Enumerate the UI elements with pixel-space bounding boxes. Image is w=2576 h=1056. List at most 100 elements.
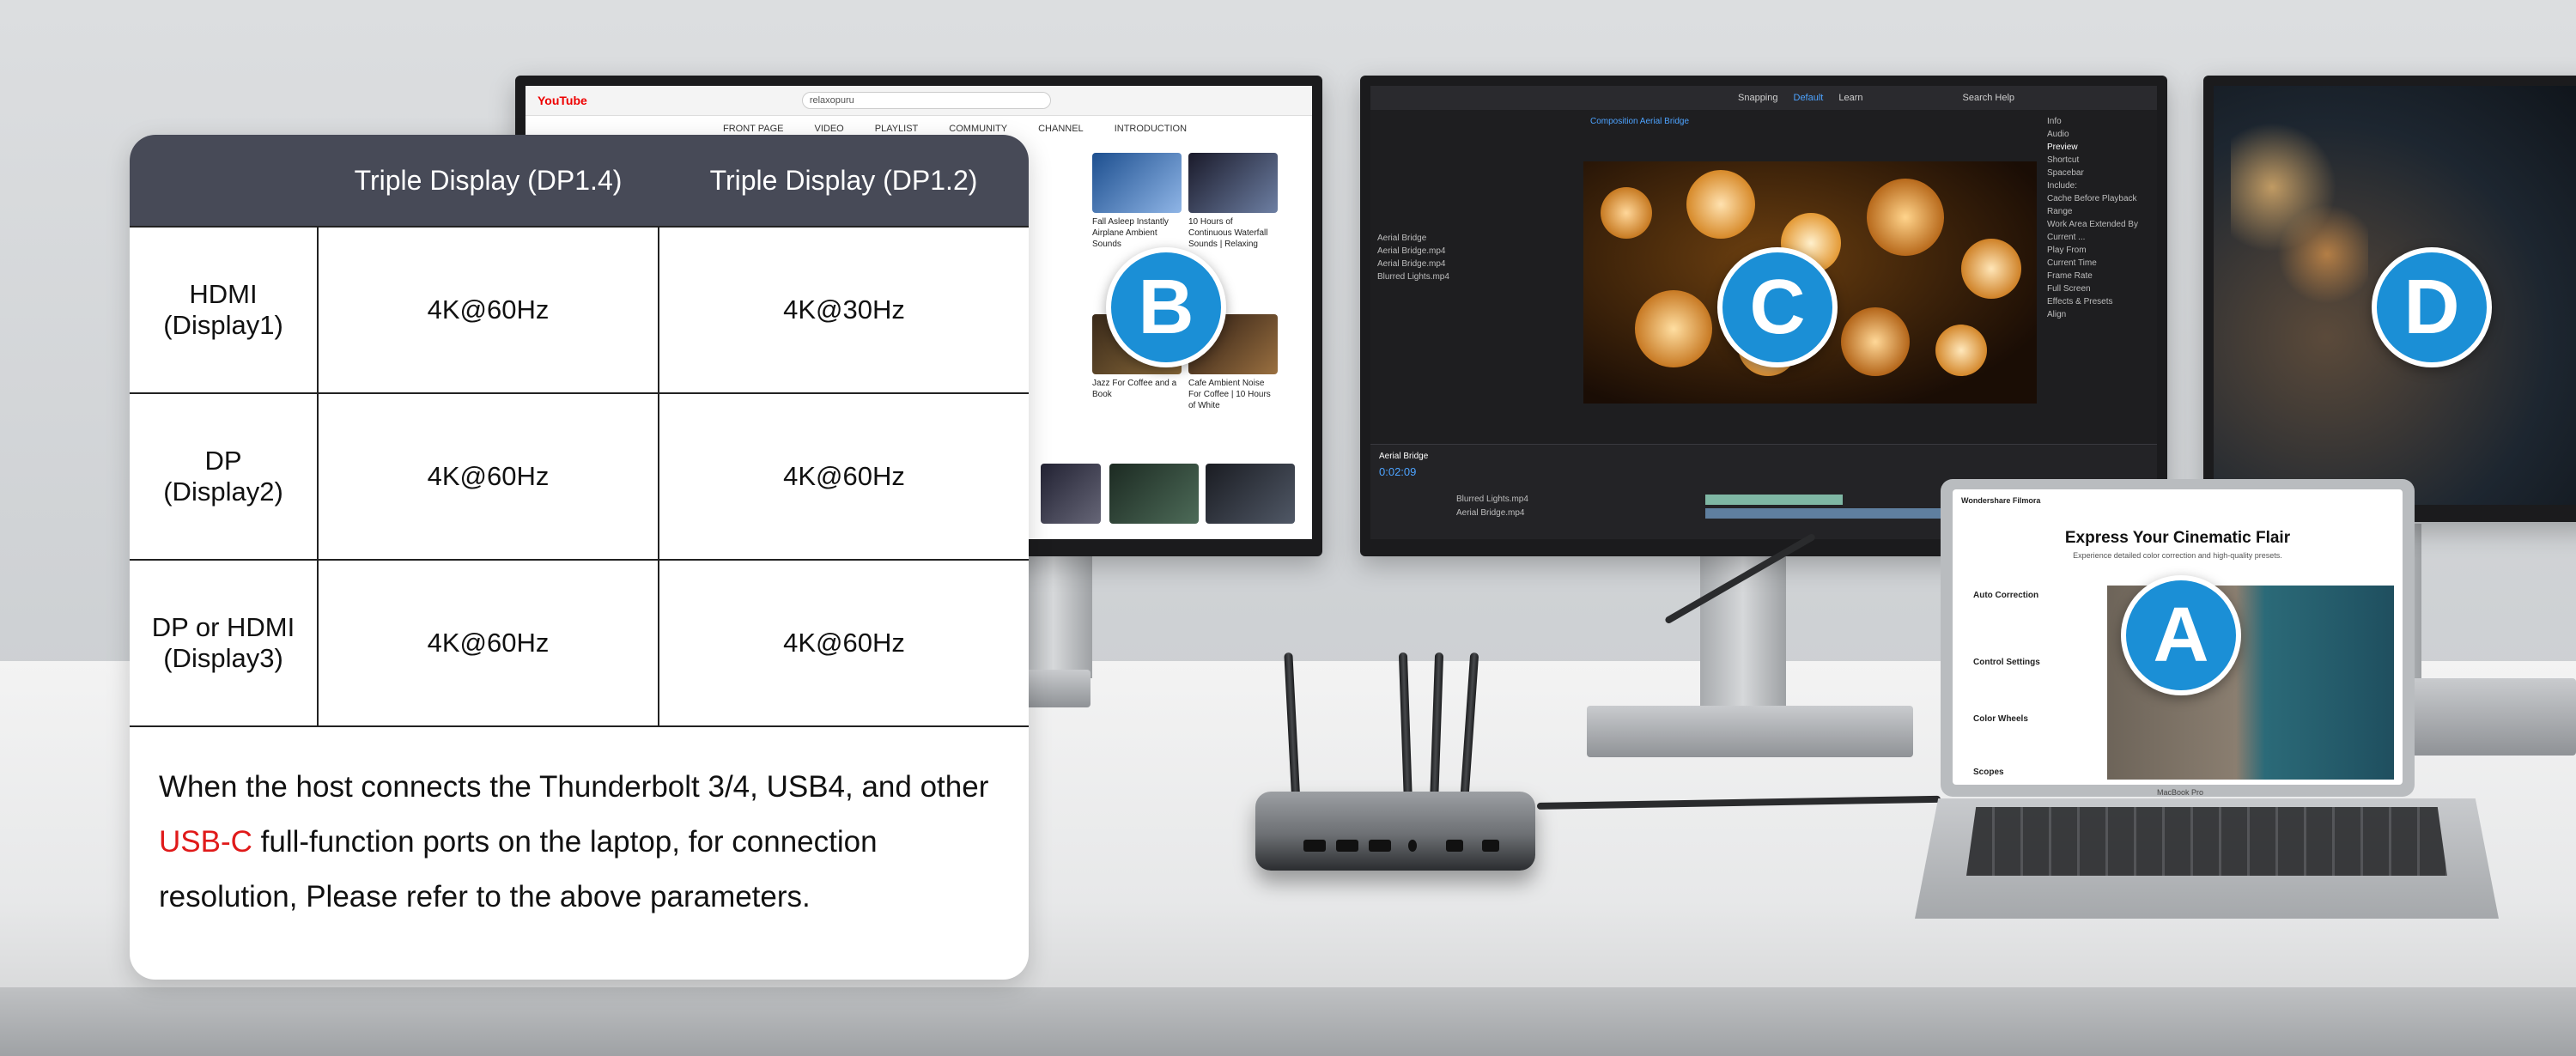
cell-dp12: 4K@60Hz: [658, 392, 1029, 561]
row-label-line1: DP: [204, 446, 242, 476]
play-from-label: Play From: [2047, 246, 2087, 255]
cell-dp12: 4K@60Hz: [658, 559, 1029, 727]
composition-tab[interactable]: Composition Aerial Bridge: [1590, 115, 1689, 128]
video-thumbnail[interactable]: [1188, 153, 1278, 213]
tab-community[interactable]: COMMUNITY: [949, 124, 1007, 134]
row-label-line1: HDMI: [189, 279, 258, 309]
video-thumbnail[interactable]: [1092, 153, 1182, 213]
tab-video[interactable]: VIDEO: [815, 124, 844, 134]
project-item[interactable]: Aerial Bridge.mp4: [1377, 258, 1566, 270]
video-title[interactable]: Jazz For Coffee and a Book: [1092, 378, 1182, 400]
panel-effects-presets[interactable]: Effects & Presets: [2047, 295, 2157, 308]
video-thumbnail[interactable]: [1109, 464, 1199, 524]
timeline-layer[interactable]: Blurred Lights.mp4: [1456, 493, 1528, 506]
table-header-dp14: Triple Display (DP1.4): [318, 135, 659, 227]
table-row: HDMI (Display1) 4K@60Hz 4K@30Hz: [130, 226, 1029, 394]
tab-front-page[interactable]: FRONT PAGE: [723, 124, 784, 134]
workspace-default[interactable]: Default: [1794, 93, 1824, 103]
laptop-subtitle: Experience detailed color correction and…: [2073, 551, 2282, 560]
row-label-line2: (Display1): [163, 310, 283, 340]
monitor-c-stand-base: [1587, 706, 1913, 757]
timecode[interactable]: 0:02:09: [1379, 465, 1416, 478]
youtube-logo[interactable]: YouTube: [538, 94, 587, 107]
preview-shortcut-label: Shortcut: [2047, 155, 2080, 165]
preview-shortcut-select[interactable]: Spacebar: [2047, 167, 2157, 179]
range-select[interactable]: Work Area Extended By Current ...: [2047, 218, 2157, 244]
timeline-layer[interactable]: Aerial Bridge.mp4: [1456, 507, 1524, 519]
video-thumbnail[interactable]: [1041, 464, 1101, 524]
usb-port: [1336, 840, 1358, 852]
panel-preview[interactable]: Preview: [2047, 141, 2157, 154]
layer-bar[interactable]: [1705, 495, 1843, 505]
workspace-learn[interactable]: Learn: [1838, 93, 1862, 103]
cell-dp14: 4K@60Hz: [317, 226, 659, 394]
cell-dp12: 4K@30Hz: [658, 226, 1029, 394]
play-from-select[interactable]: Current Time: [2047, 257, 2157, 270]
table-header-corner: [130, 135, 318, 227]
table-header-row: Triple Display (DP1.4) Triple Display (D…: [130, 135, 1029, 227]
row-label: DP or HDMI (Display3): [130, 559, 319, 727]
laptop-headline: Express Your Cinematic Flair: [2064, 529, 2291, 547]
timeline-tab[interactable]: Aerial Bridge: [1379, 450, 1428, 463]
feature-scopes[interactable]: Scopes: [1973, 768, 2004, 777]
panel-align[interactable]: Align: [2047, 308, 2157, 321]
usb-c-port: [1446, 840, 1463, 852]
youtube-topbar: YouTube relaxopuru: [526, 86, 1312, 116]
monitor-c-stand-neck: [1700, 541, 1786, 713]
feature-control-settings[interactable]: Control Settings: [1973, 658, 2040, 667]
badge-a: A: [2121, 575, 2241, 695]
snapping-toggle[interactable]: Snapping: [1738, 93, 1778, 103]
tab-playlist[interactable]: PLAYLIST: [875, 124, 919, 134]
preview-include-label: Include:: [2047, 181, 2078, 191]
panel-info[interactable]: Info: [2047, 115, 2157, 128]
table-row: DP (Display2) 4K@60Hz 4K@60Hz: [130, 392, 1029, 561]
usb-c-port: [1482, 840, 1499, 852]
row-label-line2: (Display3): [163, 643, 283, 673]
desk-edge: [0, 987, 2576, 1056]
badge-b: B: [1106, 247, 1226, 367]
row-label: HDMI (Display1): [130, 226, 319, 394]
video-title[interactable]: Cafe Ambient Noise For Coffee | 10 Hours…: [1188, 378, 1278, 411]
search-help[interactable]: Search Help: [1963, 93, 2015, 103]
right-panel: Info Audio Preview Shortcut Spacebar Inc…: [2047, 115, 2157, 321]
frame-rate-label: Frame Rate: [2047, 271, 2093, 281]
youtube-search-input[interactable]: relaxopuru: [801, 92, 1051, 109]
connection-note: When the host connects the Thunderbolt 3…: [159, 760, 1009, 925]
usb-port: [1369, 840, 1391, 852]
filmora-brand[interactable]: Wondershare Filmora: [1961, 496, 2040, 505]
tab-introduction[interactable]: INTRODUCTION: [1115, 124, 1187, 134]
project-panel: Aerial Bridge Aerial Bridge.mp4 Aerial B…: [1377, 232, 1566, 283]
note-text-1: When the host connects the Thunderbolt 3…: [159, 770, 989, 804]
feature-color-wheels[interactable]: Color Wheels: [1973, 714, 2028, 724]
note-text-2: full-function ports on the laptop, for c…: [159, 825, 878, 913]
note-highlight-usb-c: USB-C: [159, 825, 252, 859]
docking-station: [1255, 792, 1535, 871]
tab-channel[interactable]: CHANNEL: [1038, 124, 1084, 134]
table-header-dp12: Triple Display (DP1.2): [659, 135, 1029, 227]
feature-auto-correction[interactable]: Auto Correction: [1973, 591, 2038, 600]
laptop-model-label: MacBook Pro: [2157, 788, 2204, 797]
full-screen-checkbox[interactable]: Full Screen: [2047, 282, 2157, 295]
usb-port: [1303, 840, 1326, 852]
project-item[interactable]: Blurred Lights.mp4: [1377, 270, 1566, 283]
badge-d: D: [2372, 247, 2492, 367]
laptop-keyboard: [1966, 807, 2447, 876]
cell-dp14: 4K@60Hz: [317, 559, 659, 727]
row-label-line2: (Display2): [163, 476, 283, 507]
row-label: DP (Display2): [130, 392, 319, 561]
street-lights: [2231, 120, 2368, 343]
project-item[interactable]: Aerial Bridge.mp4: [1377, 245, 1566, 258]
row-label-line1: DP or HDMI: [151, 612, 295, 642]
range-label: Range: [2047, 207, 2073, 216]
resolution-table: Triple Display (DP1.4) Triple Display (D…: [130, 135, 1029, 727]
audio-jack: [1408, 840, 1417, 852]
cache-before-playback-checkbox[interactable]: Cache Before Playback: [2047, 192, 2157, 205]
table-row: DP or HDMI (Display3) 4K@60Hz 4K@60Hz: [130, 559, 1029, 727]
video-title[interactable]: 10 Hours of Continuous Waterfall Sounds …: [1188, 216, 1278, 250]
panel-audio[interactable]: Audio: [2047, 128, 2157, 141]
project-item[interactable]: Aerial Bridge: [1377, 232, 1566, 245]
after-effects-toolbar: Snapping Default Learn Search Help: [1370, 86, 2157, 110]
video-thumbnail[interactable]: [1206, 464, 1295, 524]
cell-dp14: 4K@60Hz: [317, 392, 659, 561]
video-title[interactable]: Fall Asleep Instantly Airplane Ambient S…: [1092, 216, 1182, 250]
